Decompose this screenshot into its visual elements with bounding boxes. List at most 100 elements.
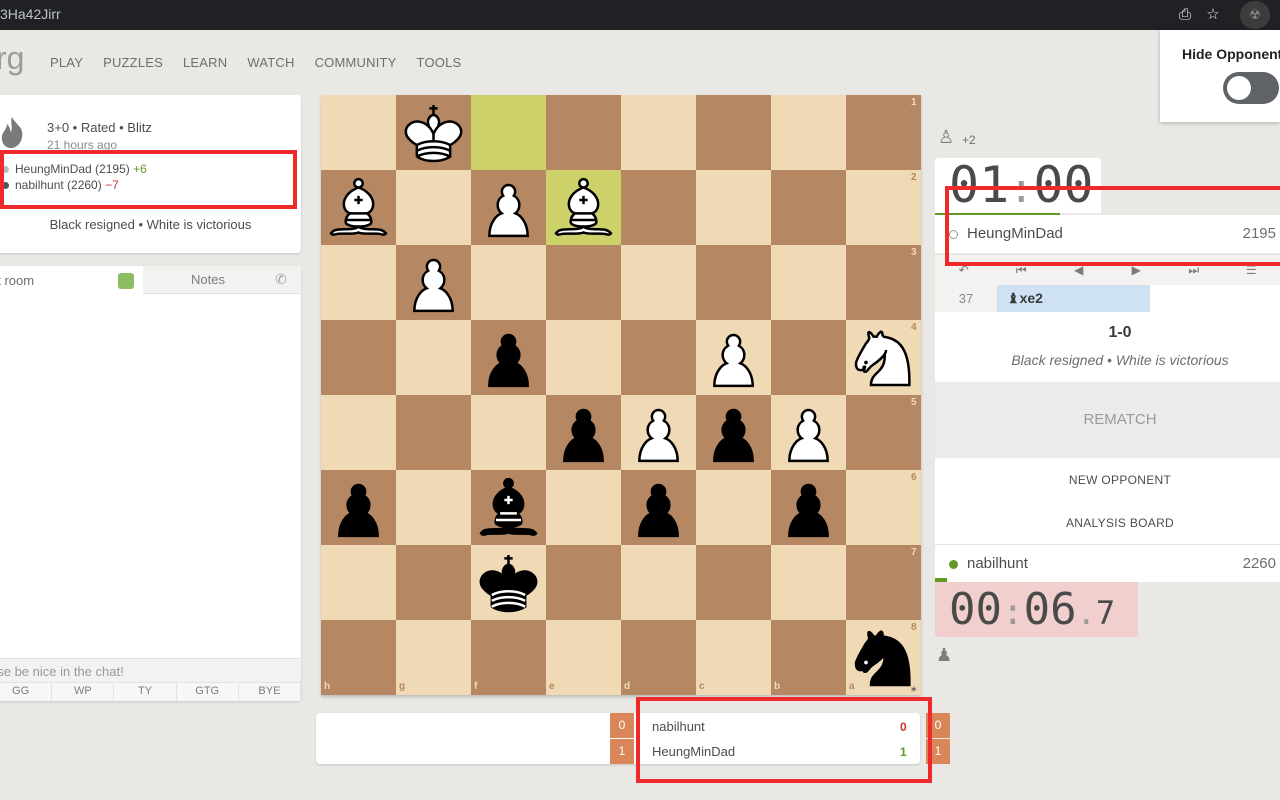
square-g5[interactable] [396, 395, 471, 470]
black-pawn-piece[interactable] [471, 320, 546, 395]
white-pawn-piece[interactable] [771, 395, 846, 470]
square-d1[interactable] [621, 95, 696, 170]
address-bar-url[interactable]: 3Ha42Jirr [0, 6, 61, 22]
square-h4[interactable] [321, 320, 396, 395]
square-g7[interactable] [396, 545, 471, 620]
square-f3[interactable] [471, 245, 546, 320]
square-g4[interactable] [396, 320, 471, 395]
square-a1[interactable] [846, 95, 921, 170]
square-b4[interactable] [771, 320, 846, 395]
black-king-piece[interactable] [471, 545, 546, 620]
square-d2[interactable] [621, 170, 696, 245]
square-a2[interactable] [846, 170, 921, 245]
move-san[interactable]: ♝xe2 [997, 285, 1150, 312]
rematch-button[interactable]: REMATCH [935, 382, 1280, 458]
white-pawn-piece[interactable] [471, 170, 546, 245]
black-pawn-piece[interactable] [696, 395, 771, 470]
square-b3[interactable] [771, 245, 846, 320]
quick-wp[interactable]: WP [52, 683, 115, 701]
white-king-piece[interactable] [396, 95, 471, 170]
square-b1[interactable] [771, 95, 846, 170]
nav-learn[interactable]: LEARN [183, 55, 227, 70]
square-d3[interactable] [621, 245, 696, 320]
square-b2[interactable] [771, 170, 846, 245]
rematch-label: REMATCH [1083, 411, 1157, 428]
square-f8[interactable] [471, 620, 546, 695]
hide-opponent-toggle[interactable] [1223, 72, 1279, 104]
square-d4[interactable] [621, 320, 696, 395]
phone-icon[interactable]: ✆ [275, 271, 287, 288]
square-e4[interactable] [546, 320, 621, 395]
tab-chat-room[interactable]: at room [0, 266, 143, 294]
black-pawn-piece[interactable] [321, 470, 396, 545]
black-pawn-piece[interactable] [546, 395, 621, 470]
white-bishop-piece[interactable] [546, 170, 621, 245]
result-box: 1-0 Black resigned • White is victorious [935, 312, 1280, 382]
nav-play[interactable]: PLAY [50, 55, 83, 70]
hide-opponent-popup: Hide Opponent [1160, 30, 1280, 122]
square-d8[interactable] [621, 620, 696, 695]
square-b8[interactable] [771, 620, 846, 695]
black-pawn-piece[interactable] [771, 470, 846, 545]
extension-icon[interactable]: ☢ [1240, 1, 1270, 29]
bottom-player-row[interactable]: nabilhunt 2260 [935, 544, 1280, 582]
file-label: f [474, 681, 478, 692]
square-e3[interactable] [546, 245, 621, 320]
nav-watch[interactable]: WATCH [247, 55, 294, 70]
white-knight-piece[interactable] [846, 320, 921, 395]
square-a3[interactable] [846, 245, 921, 320]
square-h8[interactable] [321, 620, 396, 695]
square-c8[interactable] [696, 620, 771, 695]
board-resize-handle[interactable]: ∗ [910, 684, 920, 694]
annotation-box-info [0, 150, 297, 209]
quick-gtg[interactable]: GTG [177, 683, 239, 701]
bottom-player-name[interactable]: nabilhunt [967, 555, 1028, 572]
tab-notes[interactable]: Notes [143, 266, 273, 294]
square-b7[interactable] [771, 545, 846, 620]
white-pawn-piece[interactable] [696, 320, 771, 395]
square-c3[interactable] [696, 245, 771, 320]
quick-bye[interactable]: BYE [239, 683, 302, 701]
square-c1[interactable] [696, 95, 771, 170]
chat-input[interactable]: ase be nice in the chat! [0, 658, 301, 682]
square-e6[interactable] [546, 470, 621, 545]
square-g2[interactable] [396, 170, 471, 245]
square-a7[interactable] [846, 545, 921, 620]
square-e8[interactable] [546, 620, 621, 695]
square-c2[interactable] [696, 170, 771, 245]
move-number: 37 [935, 285, 997, 312]
square-h1[interactable] [321, 95, 396, 170]
square-c7[interactable] [696, 545, 771, 620]
square-a6[interactable] [846, 470, 921, 545]
nav-tools[interactable]: TOOLS [417, 55, 462, 70]
quick-ty[interactable]: TY [114, 683, 177, 701]
square-g8[interactable] [396, 620, 471, 695]
star-icon[interactable]: ☆ [1203, 5, 1223, 25]
square-f5[interactable] [471, 395, 546, 470]
site-logo[interactable]: rg [0, 40, 24, 77]
black-bishop-piece[interactable] [471, 470, 546, 545]
square-g6[interactable] [396, 470, 471, 545]
square-e7[interactable] [546, 545, 621, 620]
square-e1[interactable] [546, 95, 621, 170]
black-pawn-piece[interactable] [621, 470, 696, 545]
install-icon[interactable]: ⎙ [1175, 5, 1195, 25]
white-pawn-piece[interactable] [621, 395, 696, 470]
square-f1[interactable] [471, 95, 546, 170]
square-h5[interactable] [321, 395, 396, 470]
chess-board[interactable]: 12345678hgfedcba [321, 95, 921, 695]
square-a5[interactable] [846, 395, 921, 470]
square-c6[interactable] [696, 470, 771, 545]
chat-enable-toggle[interactable] [118, 273, 134, 289]
white-bishop-piece[interactable] [321, 170, 396, 245]
toggle-knob [1227, 76, 1251, 100]
quick-gg[interactable]: GG [0, 683, 53, 701]
square-d7[interactable] [621, 545, 696, 620]
analysis-board-button[interactable]: ANALYSIS BOARD [935, 516, 1280, 530]
new-opponent-button[interactable]: NEW OPPONENT [935, 473, 1280, 487]
nav-community[interactable]: COMMUNITY [315, 55, 397, 70]
square-h7[interactable] [321, 545, 396, 620]
square-h3[interactable] [321, 245, 396, 320]
white-pawn-piece[interactable] [396, 245, 471, 320]
nav-puzzles[interactable]: PUZZLES [103, 55, 163, 70]
